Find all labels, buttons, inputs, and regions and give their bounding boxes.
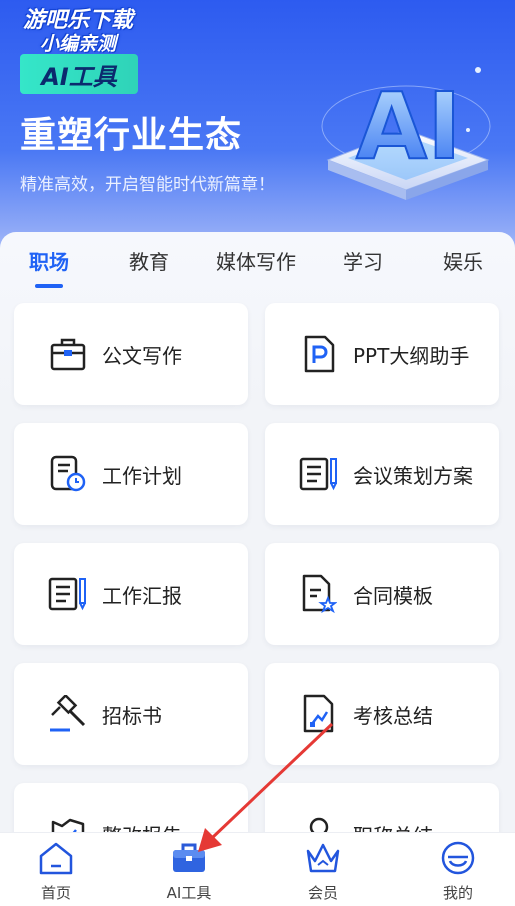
tool-label: 招标书 xyxy=(102,703,162,728)
tool-label: 公文写作 xyxy=(102,343,182,368)
tool-label: PPT大纲助手 xyxy=(353,343,470,368)
profile-icon xyxy=(438,839,478,876)
nav-membership-label: 会员 xyxy=(307,884,338,902)
nav-profile-label: 我的 xyxy=(442,884,473,902)
gavel-icon xyxy=(48,694,88,734)
tool-grid: 公文写作 PPT大纲助手 工作计划 会议策划方案 工作汇报 合同模板 招标书 考… xyxy=(0,0,515,906)
briefcase-icon xyxy=(48,334,88,374)
nav-ai-tools[interactable]: AI工具 xyxy=(149,839,229,903)
home-icon xyxy=(36,839,76,876)
tool-card-ppt-outline[interactable]: PPT大纲助手 xyxy=(265,303,499,405)
nav-ai-tools-label: AI工具 xyxy=(166,884,212,902)
tool-card-work-report[interactable]: 工作汇报 xyxy=(14,543,248,645)
tool-label: 考核总结 xyxy=(353,703,433,728)
tool-label: 工作汇报 xyxy=(102,583,182,608)
tool-label: 合同模板 xyxy=(353,583,433,608)
tool-label: 会议策划方案 xyxy=(353,463,473,488)
schedule-doc-icon xyxy=(48,454,88,494)
notes-pen-icon xyxy=(48,574,88,614)
tool-card-contract-template[interactable]: 合同模板 xyxy=(265,543,499,645)
nav-home-label: 首页 xyxy=(40,884,71,902)
toolbox-icon xyxy=(169,839,209,876)
tool-card-official-writing[interactable]: 公文写作 xyxy=(14,303,248,405)
bottom-navigation: 首页 AI工具 会员 我的 xyxy=(0,832,515,906)
tool-card-tender-document[interactable]: 招标书 xyxy=(14,663,248,765)
tool-card-work-plan[interactable]: 工作计划 xyxy=(14,423,248,525)
tool-card-meeting-plan[interactable]: 会议策划方案 xyxy=(265,423,499,525)
nav-home[interactable]: 首页 xyxy=(16,839,96,903)
nav-membership[interactable]: 会员 xyxy=(283,839,363,903)
crown-icon xyxy=(303,839,343,876)
tool-card-assessment-summary[interactable]: 考核总结 xyxy=(265,663,499,765)
nav-profile[interactable]: 我的 xyxy=(418,839,498,903)
contract-star-icon xyxy=(299,574,339,614)
notes-pen-icon xyxy=(299,454,339,494)
tool-label: 工作计划 xyxy=(102,463,182,488)
chart-doc-icon xyxy=(299,694,339,734)
ppt-file-icon xyxy=(299,334,339,374)
